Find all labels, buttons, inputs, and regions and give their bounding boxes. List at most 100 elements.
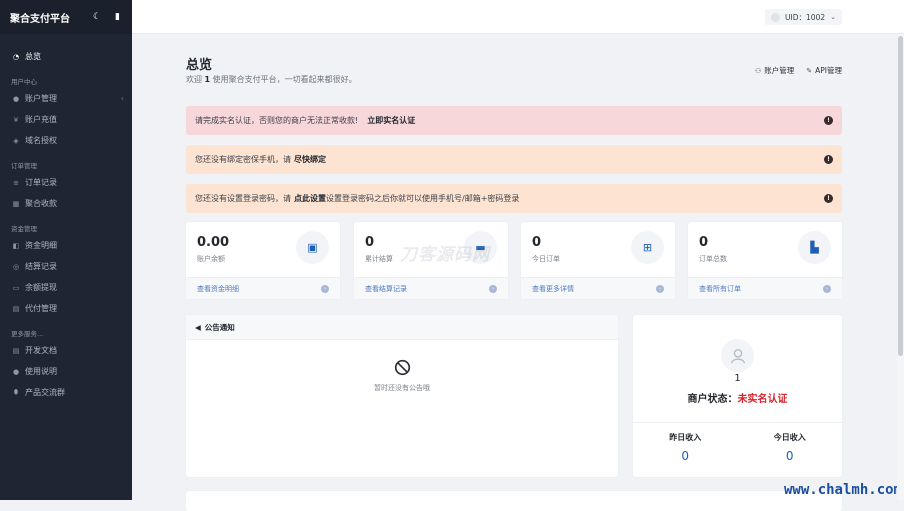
sidebar-item[interactable]: ¥ 账户充值 — [0, 109, 132, 130]
page-title: 总览 — [186, 54, 212, 73]
stat-value: 0.00 — [197, 235, 229, 250]
sidebar-item[interactable]: ◈域名授权 — [0, 130, 132, 151]
sidebar-nav: ◔总览用户中心●账户管理‹¥账户充值◈域名授权订单管理≡订单记录▦聚合收款资金管… — [0, 34, 132, 403]
alert-realname: 请完成实名认证，否则您的商户无法正常收款! 立即实名认证 ! — [186, 106, 842, 135]
stat-label: 累计结算 — [365, 254, 393, 264]
sidebar-item-label: 余额提现 — [25, 282, 57, 293]
nav-icon: ◈ — [11, 137, 21, 145]
sidebar-item[interactable]: ▦ 聚合收款 — [0, 193, 132, 214]
uid-label: UID：1002 — [785, 12, 825, 23]
exclamation-icon[interactable]: ! — [824, 116, 833, 125]
topbar: UID：1002 ⌄ — [132, 0, 904, 34]
nav-icon: ≡ — [11, 179, 21, 187]
nav-section-label: 用户中心 — [0, 73, 132, 86]
dark-mode-icon[interactable]: ☾ — [93, 12, 101, 22]
stat-link[interactable]: 查看所有订单 › — [688, 277, 842, 299]
merchant-status: 商户状态：未实名认证 — [633, 390, 842, 405]
stat-card-total-orders: 0 订单总数 ▙ 查看所有订单› — [688, 222, 842, 299]
exclamation-icon[interactable]: ! — [824, 155, 833, 164]
sidebar-item[interactable]: ◔总览 — [0, 46, 132, 67]
stat-link-label: 查看更多详情 — [532, 284, 574, 294]
nav-icon: ● — [11, 368, 21, 376]
stat-link[interactable]: 查看更多详情 › — [521, 277, 675, 299]
alert-text: 请完成实名认证，否则您的商户无法正常收款! — [195, 115, 358, 126]
empty-icon — [394, 359, 411, 376]
api-manage-link[interactable]: ✎API管理 — [806, 65, 842, 76]
page-subtitle: 欢迎 1 使用聚合支付平台，一切看起来都很好。 — [186, 74, 357, 85]
sidebar-header: 聚合支付平台 ☾ ▮ — [0, 0, 132, 34]
nav-icon: ¥ — [11, 116, 21, 124]
notice-header: ◀ 公告通知 — [186, 315, 618, 340]
stat-value: 0 — [699, 235, 708, 250]
header-links: ⚇账户管理 ✎API管理 — [755, 65, 842, 76]
stat-link[interactable]: 查看资金明细› — [186, 277, 340, 299]
mobile-icon[interactable]: ▮ — [115, 12, 120, 22]
nav-icon: ◔ — [11, 53, 21, 61]
sidebar-item[interactable]: ▤代付管理 — [0, 298, 132, 319]
sidebar-item[interactable]: ◧资金明细 — [0, 235, 132, 256]
alert-text: 您还没有设置登录密码，请 — [195, 193, 291, 204]
alert-password: 您还没有设置登录密码，请 点此设置 设置登录密码之后你就可以使用手机号/邮箱+密… — [186, 184, 842, 213]
arrow-right-icon: › — [656, 285, 664, 293]
sidebar-item[interactable]: ◎结算记录 — [0, 256, 132, 277]
realname-link[interactable]: 立即实名认证 — [367, 115, 415, 126]
arrow-right-icon: › — [823, 285, 831, 293]
notice-empty: 暂时还没有公告哦 — [186, 359, 618, 393]
scrollbar[interactable] — [897, 34, 904, 500]
today-label: 今日收入 — [738, 432, 843, 443]
nav-icon: ▤ — [11, 305, 21, 313]
notice-title: 公告通知 — [205, 322, 235, 333]
sidebar-item-label: 开发文档 — [25, 345, 57, 356]
sidebar-item-label: 资金明细 — [25, 240, 57, 251]
stat-card-balance: 0.00 账户余额 ▣ 查看资金明细› — [186, 222, 340, 299]
sidebar-item-label: 聚合收款 — [25, 198, 57, 209]
stat-link[interactable]: 查看结算记录› — [354, 277, 508, 299]
app-title: 聚合支付平台 — [10, 10, 93, 25]
sidebar-item[interactable]: ≡订单记录 — [0, 172, 132, 193]
subtitle-pre: 欢迎 — [186, 75, 205, 84]
stat-link-label: 查看所有订单 — [699, 284, 741, 294]
alert-phone: 您还没有绑定密保手机，请 尽快绑定 ! — [186, 145, 842, 174]
exclamation-icon[interactable]: ! — [824, 194, 833, 203]
sidebar-item[interactable]: ⬮产品交流群 — [0, 382, 132, 403]
notice-panel: ◀ 公告通知 暂时还没有公告哦 — [186, 315, 618, 477]
chevron-left-icon: ‹ — [121, 94, 124, 103]
sidebar-item-label: 产品交流群 — [25, 387, 65, 398]
yesterday-label: 昨日收入 — [633, 432, 738, 443]
sidebar-item-label: 账户管理 — [25, 93, 57, 104]
chevron-down-icon: ⌄ — [830, 13, 836, 21]
watermark: 刀客源码网 — [400, 240, 490, 265]
set-password-link[interactable]: 点此设置 — [294, 193, 326, 204]
stat-label: 账户余额 — [197, 254, 225, 264]
sidebar-item-label: 使用说明 — [25, 366, 57, 377]
nav-icon: ▭ — [11, 284, 21, 292]
sidebar-item[interactable]: ● 账户管理 ‹ — [0, 88, 132, 109]
yesterday-income: 昨日收入0 — [633, 423, 738, 477]
sidebar-item[interactable]: ▤ 开发文档 — [0, 340, 132, 361]
brand-watermark: www.chalmh.com — [784, 482, 902, 498]
nav-icon: ● — [11, 95, 21, 103]
nav-icon: ▦ — [11, 200, 21, 208]
arrow-right-icon: › — [321, 285, 329, 293]
user-menu[interactable]: UID：1002 ⌄ — [765, 9, 842, 25]
bind-phone-link[interactable]: 尽快绑定 — [294, 154, 326, 165]
status-value[interactable]: 未实名认证 — [738, 394, 788, 405]
chart-icon: ▙ — [798, 231, 831, 264]
scrollbar-thumb[interactable] — [898, 36, 903, 356]
cart-icon: ⊞ — [631, 231, 664, 264]
sidebar-item[interactable]: ▭ 余额提现 — [0, 277, 132, 298]
stat-value: 0 — [532, 235, 541, 250]
arrow-right-icon: › — [489, 285, 497, 293]
status-label: 商户状态： — [688, 394, 738, 405]
avatar — [771, 13, 780, 22]
key-icon: ✎ — [806, 67, 812, 75]
megaphone-icon: ◀ — [195, 323, 201, 332]
account-manage-link[interactable]: ⚇账户管理 — [755, 65, 794, 76]
notice-empty-text: 暂时还没有公告哦 — [374, 384, 430, 392]
nav-icon: ◎ — [11, 263, 21, 271]
nav-icon: ▤ — [11, 347, 21, 355]
stat-label: 今日订单 — [532, 254, 560, 264]
profile-uid: 1 — [633, 373, 842, 384]
sidebar-item-label: 账户充值 — [25, 114, 57, 125]
sidebar-item[interactable]: ● 使用说明 — [0, 361, 132, 382]
